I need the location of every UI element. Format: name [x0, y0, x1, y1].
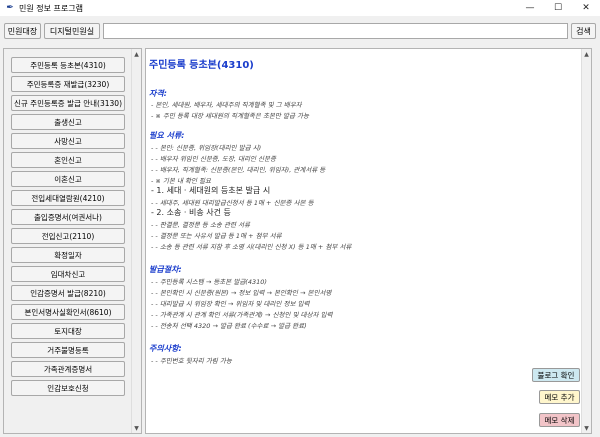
document-line: - - 주민등록 시스템 → 등초본 발급(4310) [151, 278, 267, 286]
document-line: - - 가족관계 시 관계 확인 서류(가족관계) → 신청인 및 대상자 입력 [151, 311, 333, 319]
log-check-button[interactable]: 불로그 확인 [532, 368, 580, 382]
sidebar-item[interactable]: 출입증명서(여권서나) [11, 209, 125, 225]
maximize-button[interactable]: ☐ [544, 0, 572, 16]
document-line: - - 배우자, 직계혈족: 신분증(본인, 대리인, 위임자), 관계서류 등 [151, 166, 326, 174]
memo-add-button[interactable]: 메모 추가 [539, 390, 580, 404]
sidebar-item[interactable]: 전입세대열람원(4210) [11, 190, 125, 206]
document-line: - - 세대주, 세대원 대리발급신청서 등 1매 + 신분증 사본 등 [151, 199, 314, 207]
sidebar-item[interactable]: 전입신고(2110) [11, 228, 125, 244]
document-line: - - 결정문 또는 사유서 발급 등 1매 + 첨부 서류 [151, 232, 282, 240]
sidebar-item[interactable]: 이혼신고 [11, 171, 125, 187]
section-heading: 주의사항: [149, 344, 182, 353]
document-line: - - 판결문, 결정문 등 소송 관련 서류 [151, 221, 250, 229]
close-button[interactable]: ✕ [572, 0, 600, 16]
sidebar-scrollbar[interactable]: ▲ ▼ [131, 49, 141, 433]
scroll-down-icon[interactable]: ▼ [582, 423, 591, 433]
sidebar-item[interactable]: 신규 주민등록증 발급 안내(3130) [11, 95, 125, 111]
sidebar-item[interactable]: 주민등록 등초본(4310) [11, 57, 125, 73]
document-line: - - 전송처 선택 4320 → 발급 완료 (수수료 → 발급 완료) [151, 322, 307, 330]
sidebar-item[interactable]: 사망신고 [11, 133, 125, 149]
scroll-up-icon[interactable]: ▲ [132, 49, 141, 59]
document-line: - - 소송 등 관련 서류 지참 후 소명 시(대리인 신청 X) 등 1매 … [151, 243, 352, 251]
document-line: - 2. 소송 · 비송 사건 등 [151, 208, 231, 217]
memo-delete-button[interactable]: 메모 삭제 [539, 413, 580, 427]
feather-icon: ✒ [6, 3, 14, 13]
toolbar: 민원대장 디지털민원실 검색 [0, 16, 600, 46]
sidebar-item[interactable]: 확정일자 [11, 247, 125, 263]
document-line: - - 본인확인 시 신분증(원본) → 정보 입력 → 본인확인 → 본인서명 [151, 289, 332, 297]
section-heading: 필요 서류: [149, 131, 185, 140]
scroll-down-icon[interactable]: ▼ [132, 423, 141, 433]
minimize-button[interactable]: — [516, 0, 544, 16]
civil-ledger-button[interactable]: 민원대장 [4, 23, 41, 39]
document-line: - - 본인: 신분증, 위임장(대리인 발급 시) [151, 144, 262, 152]
title-bar: ✒ 민원 정보 프로그램 — ☐ ✕ [0, 0, 600, 16]
search-button[interactable]: 검색 [571, 23, 596, 39]
document-title: 주민등록 등초본(4310) [149, 60, 254, 71]
sidebar-item[interactable]: 임대차신고 [11, 266, 125, 282]
sidebar-item[interactable]: 인감증명서 발급(8210) [11, 285, 125, 301]
section-heading: 자격: [149, 89, 167, 98]
document-panel: 주민등록 등초본(4310) 자격: - 본인, 세대원, 배우자, 세대주의 … [145, 48, 592, 434]
sidebar-item[interactable]: 출생신고 [11, 114, 125, 130]
sidebar-item[interactable]: 혼인신고 [11, 152, 125, 168]
sidebar-item[interactable]: 가족관계증명서 [11, 361, 125, 377]
sidebar-item[interactable]: 토지대장 [11, 323, 125, 339]
document-line: - - 배우자 위임인 신분증, 도장, 대리인 신분증 [151, 155, 276, 163]
sidebar-item[interactable]: 본인서명사실확인서(8610) [11, 304, 125, 320]
document-line: - - 주민번호 뒷자리 가림 가능 [151, 357, 232, 365]
digital-office-button[interactable]: 디지털민원실 [44, 23, 100, 39]
search-input[interactable] [103, 23, 568, 39]
sidebar-item[interactable]: 주민등록증 재발급(3230) [11, 76, 125, 92]
window-controls: — ☐ ✕ [516, 0, 600, 16]
section-heading: 발급절차: [149, 265, 182, 274]
document-line: - - 대리발급 시 위임장 확인 → 위임자 및 대리인 정보 입력 [151, 300, 310, 308]
document-line: - 본인, 세대원, 배우자, 세대주의 직계혈족 및 그 배우자 [151, 101, 302, 109]
window-title: 민원 정보 프로그램 [19, 3, 83, 13]
sidebar-item[interactable]: 거주불명등록 [11, 342, 125, 358]
scroll-up-icon[interactable]: ▲ [582, 49, 591, 59]
document-line: - 1. 세대 · 세대원의 등초본 발급 시 [151, 186, 271, 195]
document-scrollbar[interactable]: ▲ ▼ [581, 49, 591, 433]
sidebar: 주민등록 등초본(4310) 주민등록증 재발급(3230) 신규 주민등록증 … [3, 48, 142, 434]
document-line: - ※ 주민 등록 대장 세대원의 직계혈족은 초본만 발급 가능 [151, 112, 309, 120]
sidebar-item[interactable]: 인감보호신청 [11, 380, 125, 396]
document-line: - ※ 기본 내 확인 필요 [151, 177, 211, 185]
